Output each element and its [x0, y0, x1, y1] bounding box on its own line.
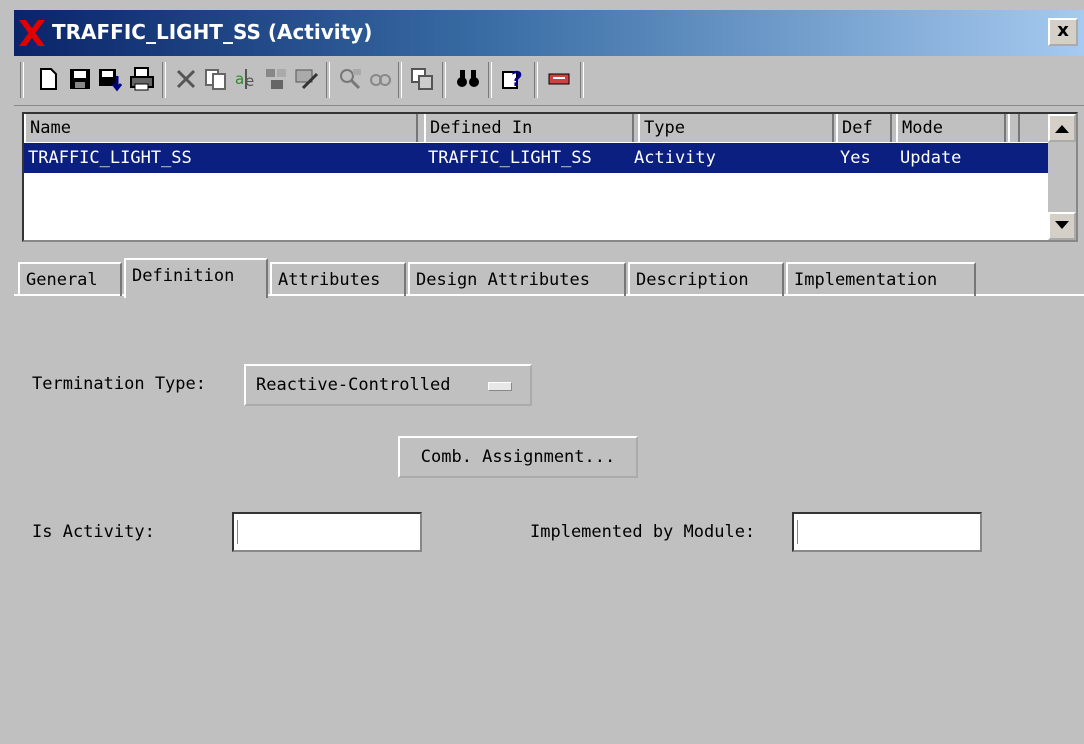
- tab-general[interactable]: General: [18, 262, 122, 296]
- list-scrollbar[interactable]: [1048, 114, 1076, 240]
- new-doc-icon[interactable]: [34, 64, 62, 94]
- is-activity-label: Is Activity:: [32, 522, 155, 542]
- svg-text:?: ?: [511, 67, 523, 91]
- print-icon[interactable]: [128, 64, 156, 94]
- cell-type: Activity: [634, 148, 716, 168]
- toolbar-separator: [20, 62, 24, 98]
- scroll-down-button[interactable]: [1048, 212, 1076, 240]
- cell-mode: Update: [900, 148, 962, 168]
- tab-design-attributes[interactable]: Design Attributes: [408, 262, 626, 296]
- tab-description[interactable]: Description: [628, 262, 784, 296]
- properties-icon[interactable]: [408, 64, 436, 94]
- implemented-by-module-label: Implemented by Module:: [530, 522, 756, 542]
- edit-icon[interactable]: [292, 64, 320, 94]
- termination-type-dropdown[interactable]: Reactive-Controlled: [244, 364, 532, 406]
- is-activity-field[interactable]: [232, 512, 422, 552]
- comb-assignment-button[interactable]: Comb. Assignment...: [398, 436, 638, 478]
- toolbar-separator: [580, 62, 584, 98]
- option-menu-indicator-icon: [488, 382, 512, 391]
- column-header-name[interactable]: Name: [24, 114, 418, 142]
- svg-text:a: a: [235, 70, 244, 88]
- termination-type-label: Termination Type:: [32, 374, 206, 394]
- text-cursor-icon: [797, 520, 804, 544]
- arrow-down-icon: [1055, 221, 1069, 229]
- list-header: Name Defined In Type Def Mode: [24, 114, 1048, 142]
- column-header-mode[interactable]: Mode: [896, 114, 1006, 142]
- search-icon[interactable]: [336, 64, 364, 94]
- close-button[interactable]: x: [1048, 18, 1078, 46]
- tab-attributes[interactable]: Attributes: [270, 262, 406, 296]
- cell-defined-in: TRAFFIC_LIGHT_SS: [428, 148, 592, 168]
- column-header-extra[interactable]: [1008, 114, 1020, 142]
- binoculars-icon[interactable]: [454, 64, 482, 94]
- find-icon[interactable]: [366, 64, 394, 94]
- tab-definition[interactable]: Definition: [124, 258, 268, 298]
- save-down-icon[interactable]: [96, 64, 124, 94]
- toolbar-separator: [442, 62, 446, 98]
- column-header-defined-in[interactable]: Defined In: [424, 114, 634, 142]
- toolbar-separator: [326, 62, 330, 98]
- cell-def: Yes: [840, 148, 871, 168]
- window-title: TRAFFIC_LIGHT_SS (Activity): [52, 20, 373, 44]
- toolbar-separator: [488, 62, 492, 98]
- text-cursor-icon: [237, 520, 244, 544]
- tab-implementation[interactable]: Implementation: [786, 262, 976, 296]
- column-header-def[interactable]: Def: [836, 114, 892, 142]
- implemented-by-module-field[interactable]: [792, 512, 982, 552]
- element-list: Name Defined In Type Def Mode TRAFFIC_LI…: [22, 112, 1078, 242]
- list-row-traffic-light-ss[interactable]: TRAFFIC_LIGHT_SS TRAFFIC_LIGHT_SS Activi…: [24, 143, 1048, 173]
- toolbar-separator: [162, 62, 166, 98]
- arrow-up-icon: [1055, 125, 1069, 133]
- tab-bar: General Definition Attributes Design Att…: [14, 256, 1084, 298]
- merge-icon[interactable]: [262, 64, 290, 94]
- toolbar-separator: [398, 62, 402, 98]
- scroll-up-button[interactable]: [1048, 114, 1076, 142]
- save-icon[interactable]: [66, 64, 94, 94]
- termination-type-value: Reactive-Controlled: [256, 375, 451, 395]
- highlight-icon[interactable]: [546, 64, 574, 94]
- delete-icon[interactable]: [172, 64, 200, 94]
- help-icon[interactable]: ?: [500, 64, 528, 94]
- x-logo-icon: [19, 20, 45, 46]
- attributes-icon[interactable]: ae: [232, 64, 260, 94]
- toolbar-separator: [534, 62, 538, 98]
- toolbar: ae ?: [14, 56, 1084, 106]
- cell-name: TRAFFIC_LIGHT_SS: [28, 148, 192, 168]
- title-bar: TRAFFIC_LIGHT_SS (Activity) x: [14, 10, 1084, 56]
- copy-icon[interactable]: [202, 64, 230, 94]
- column-header-type[interactable]: Type: [638, 114, 834, 142]
